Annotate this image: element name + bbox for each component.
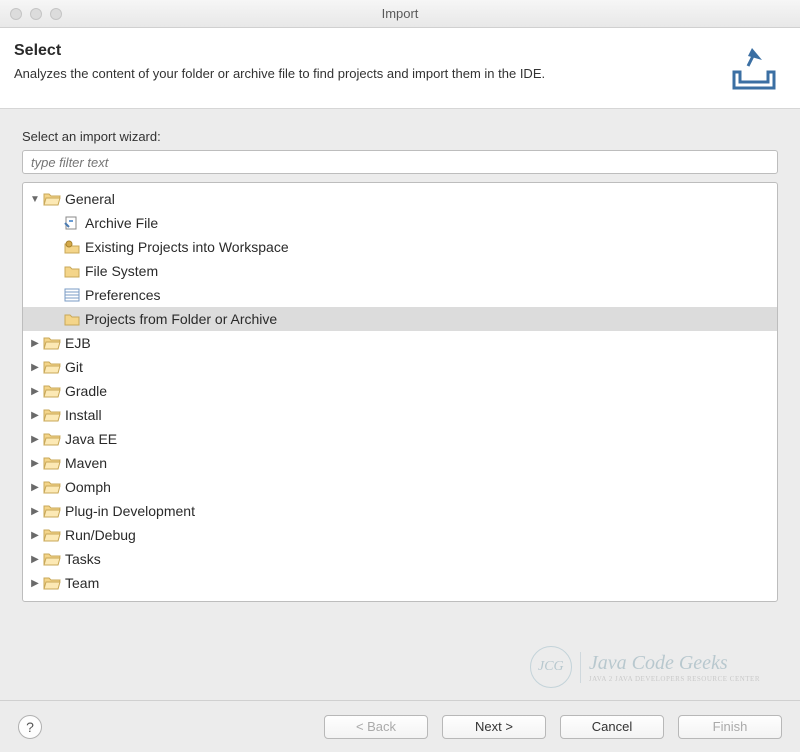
chevron-right-icon[interactable]: ▶ bbox=[29, 553, 41, 565]
help-button[interactable]: ? bbox=[18, 715, 42, 739]
watermark: JCG Java Code Geeks Java 2 Java Develope… bbox=[530, 646, 760, 688]
tree-category-git[interactable]: ▶ Git bbox=[23, 355, 777, 379]
folder-open-icon bbox=[43, 191, 61, 207]
tree-label: Existing Projects into Workspace bbox=[85, 239, 289, 255]
folder-open-icon bbox=[43, 407, 61, 423]
folder-open-icon bbox=[43, 359, 61, 375]
chevron-right-icon[interactable]: ▶ bbox=[29, 433, 41, 445]
watermark-badge: JCG bbox=[530, 646, 572, 688]
tree-label: Plug-in Development bbox=[65, 503, 195, 519]
filter-input[interactable] bbox=[22, 150, 778, 174]
tree-label: File System bbox=[85, 263, 158, 279]
finish-button: Finish bbox=[678, 715, 782, 739]
tree-label: General bbox=[65, 191, 115, 207]
chevron-right-icon[interactable]: ▶ bbox=[29, 337, 41, 349]
tree-label: Tasks bbox=[65, 551, 101, 567]
watermark-text: Java Code Geeks bbox=[589, 652, 760, 675]
wizard-header: Select Analyzes the content of your fold… bbox=[0, 28, 800, 109]
titlebar: Import bbox=[0, 0, 800, 28]
tree-item-projects-folder-archive[interactable]: Projects from Folder or Archive bbox=[23, 307, 777, 331]
workspace-icon bbox=[63, 239, 81, 255]
chevron-right-icon[interactable]: ▶ bbox=[29, 385, 41, 397]
folder-open-icon bbox=[43, 527, 61, 543]
tree-label: Gradle bbox=[65, 383, 107, 399]
tree-category-team[interactable]: ▶ Team bbox=[23, 571, 777, 595]
tree-category-run-debug[interactable]: ▶ Run/Debug bbox=[23, 523, 777, 547]
tree-label: Team bbox=[65, 575, 99, 591]
folder-open-icon bbox=[43, 383, 61, 399]
tree-label: Java EE bbox=[65, 431, 117, 447]
tree-item-file-system[interactable]: File System bbox=[23, 259, 777, 283]
tree-label: Archive File bbox=[85, 215, 158, 231]
tree-category-gradle[interactable]: ▶ Gradle bbox=[23, 379, 777, 403]
tree-label: EJB bbox=[65, 335, 91, 351]
folder-open-icon bbox=[43, 575, 61, 591]
folder-open-icon bbox=[43, 455, 61, 471]
chevron-down-icon[interactable]: ▼ bbox=[29, 193, 41, 205]
wizard-label: Select an import wizard: bbox=[22, 129, 778, 144]
tree-category-ejb[interactable]: ▶ EJB bbox=[23, 331, 777, 355]
import-tree[interactable]: ▼ General Archive File Existing Projects… bbox=[22, 182, 778, 602]
chevron-right-icon[interactable]: ▶ bbox=[29, 505, 41, 517]
archive-icon bbox=[63, 215, 81, 231]
tree-category-install[interactable]: ▶ Install bbox=[23, 403, 777, 427]
folder-open-icon bbox=[43, 479, 61, 495]
tree-label: Run/Debug bbox=[65, 527, 136, 543]
import-icon bbox=[718, 42, 782, 96]
chevron-right-icon[interactable]: ▶ bbox=[29, 529, 41, 541]
window-title: Import bbox=[0, 6, 800, 21]
chevron-right-icon[interactable]: ▶ bbox=[29, 577, 41, 589]
tree-label: Git bbox=[65, 359, 83, 375]
back-button: < Back bbox=[324, 715, 428, 739]
tree-label: Oomph bbox=[65, 479, 111, 495]
tree-category-tasks[interactable]: ▶ Tasks bbox=[23, 547, 777, 571]
tree-item-existing-projects[interactable]: Existing Projects into Workspace bbox=[23, 235, 777, 259]
tree-label: Maven bbox=[65, 455, 107, 471]
tree-item-preferences[interactable]: Preferences bbox=[23, 283, 777, 307]
tree-category-plugin-dev[interactable]: ▶ Plug-in Development bbox=[23, 499, 777, 523]
folder-icon bbox=[63, 311, 81, 327]
preferences-icon bbox=[63, 287, 81, 303]
folder-open-icon bbox=[43, 551, 61, 567]
wizard-body: Select an import wizard: ▼ General Archi… bbox=[0, 109, 800, 610]
watermark-subtext: Java 2 Java Developers Resource Center bbox=[589, 675, 760, 683]
wizard-footer: ? < Back Next > Cancel Finish bbox=[0, 700, 800, 752]
tree-category-oomph[interactable]: ▶ Oomph bbox=[23, 475, 777, 499]
tree-category-general[interactable]: ▼ General bbox=[23, 187, 777, 211]
page-title: Select bbox=[14, 42, 545, 60]
chevron-right-icon[interactable]: ▶ bbox=[29, 481, 41, 493]
page-description: Analyzes the content of your folder or a… bbox=[14, 66, 545, 81]
tree-category-maven[interactable]: ▶ Maven bbox=[23, 451, 777, 475]
folder-icon bbox=[63, 263, 81, 279]
chevron-right-icon[interactable]: ▶ bbox=[29, 361, 41, 373]
tree-category-java-ee[interactable]: ▶ Java EE bbox=[23, 427, 777, 451]
folder-open-icon bbox=[43, 431, 61, 447]
tree-label: Preferences bbox=[85, 287, 160, 303]
folder-open-icon bbox=[43, 503, 61, 519]
tree-item-archive-file[interactable]: Archive File bbox=[23, 211, 777, 235]
chevron-right-icon[interactable]: ▶ bbox=[29, 457, 41, 469]
chevron-right-icon[interactable]: ▶ bbox=[29, 409, 41, 421]
cancel-button[interactable]: Cancel bbox=[560, 715, 664, 739]
next-button[interactable]: Next > bbox=[442, 715, 546, 739]
tree-label: Projects from Folder or Archive bbox=[85, 311, 277, 327]
folder-open-icon bbox=[43, 335, 61, 351]
tree-label: Install bbox=[65, 407, 102, 423]
